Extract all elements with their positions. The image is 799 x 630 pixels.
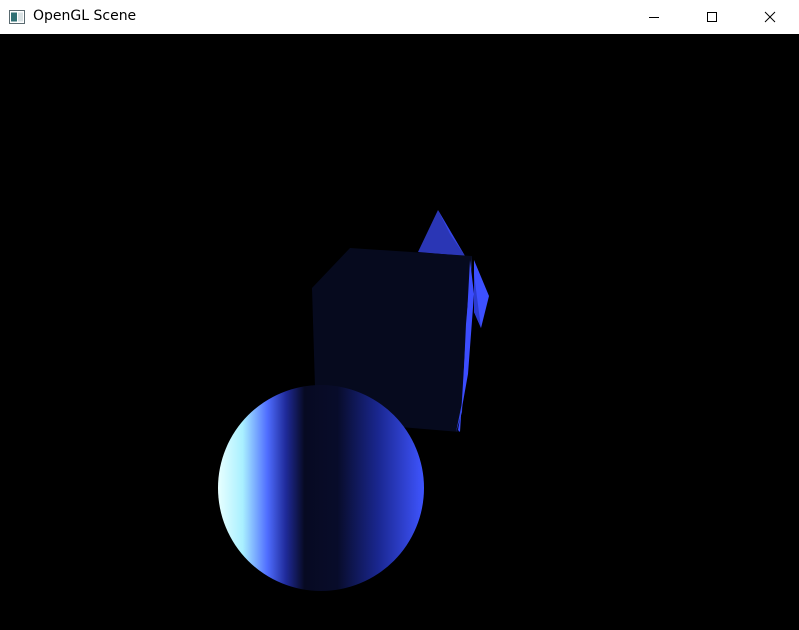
opengl-window: OpenGL Scene	[0, 0, 799, 630]
maximize-icon	[706, 8, 718, 27]
close-icon	[764, 8, 776, 27]
minimize-button[interactable]	[625, 0, 683, 34]
opengl-viewport[interactable]	[0, 34, 799, 630]
minimize-icon	[648, 8, 660, 27]
window-app-icon	[9, 9, 25, 24]
window-title: OpenGL Scene	[33, 8, 137, 24]
sphere	[218, 385, 424, 591]
title-bar[interactable]: OpenGL Scene	[0, 0, 799, 34]
pyramid	[418, 210, 465, 256]
scene-canvas	[218, 210, 489, 591]
maximize-button[interactable]	[683, 0, 741, 34]
close-button[interactable]	[741, 0, 799, 34]
